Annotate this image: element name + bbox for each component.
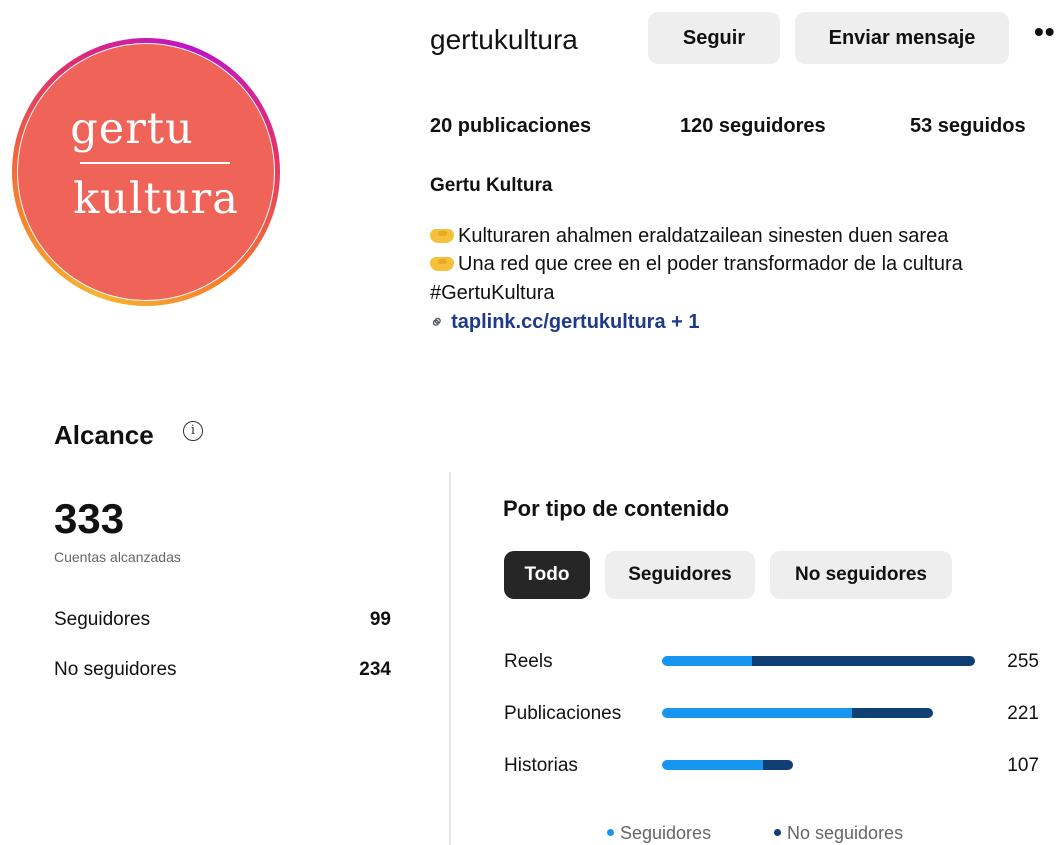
legend-dot-icon <box>607 829 614 836</box>
posts-count: 20 publicaciones <box>430 115 592 137</box>
reach-title: Alcance <box>54 420 154 450</box>
bar-segment-non-followers <box>852 708 934 718</box>
tab-all[interactable]: Todo <box>504 551 590 599</box>
follow-button[interactable]: Seguir <box>648 12 780 64</box>
followers-count[interactable]: 120 seguidores <box>680 115 826 138</box>
bio-line: Kulturaren ahalmen eraldatzailean sinest… <box>430 225 948 248</box>
logo-divider <box>80 162 230 164</box>
bar-category-label: Reels <box>504 651 553 672</box>
bar-segment-followers <box>662 656 752 666</box>
profile-avatar-ring[interactable]: gertu kultura <box>12 38 280 306</box>
handshake-icon <box>430 257 454 271</box>
legend-label: Seguidores <box>620 823 712 843</box>
bar-segment-non-followers <box>751 656 975 666</box>
bio-text: Kulturaren ahalmen eraldatzailean sinest… <box>458 225 949 247</box>
bar-segment-followers <box>662 708 853 718</box>
content-type-title: Por tipo de contenido <box>503 496 730 521</box>
logo-text-bottom: kultura <box>73 174 239 224</box>
tab-followers[interactable]: Seguidores <box>605 551 755 599</box>
bar-category-label: Publicaciones <box>504 703 622 724</box>
bar-segment-followers <box>662 760 763 770</box>
send-message-button[interactable]: Enviar mensaje <box>795 12 1009 64</box>
bar-segment-non-followers <box>762 760 794 770</box>
bio-line: Una red que cree en el poder transformad… <box>430 253 963 276</box>
legend-dot-icon <box>774 829 781 836</box>
legend-label: No seguidores <box>787 823 904 843</box>
bar-total-value: 221 <box>1007 703 1039 724</box>
profile-link[interactable]: ⚭taplink.cc/gertukultura + 1 <box>425 310 700 335</box>
link-icon: ⚭ <box>424 309 450 335</box>
profile-full-name: Gertu Kultura <box>430 175 553 196</box>
following-count[interactable]: 53 seguidos <box>910 115 1026 138</box>
accounts-reached-caption: Cuentas alcanzadas <box>54 549 181 565</box>
tab-non-followers[interactable]: No seguidores <box>770 551 952 599</box>
legend-item-non-followers: No seguidores <box>774 823 903 844</box>
handshake-icon <box>430 229 454 243</box>
legend-item-followers: Seguidores <box>607 823 711 844</box>
username: gertukultura <box>430 24 578 55</box>
bar-total-value: 107 <box>1007 755 1039 776</box>
reach-row-label: No seguidores <box>54 659 177 680</box>
bio-text: Una red que cree en el poder transformad… <box>458 253 963 275</box>
reach-row-value: 99 <box>369 609 391 630</box>
profile-link-text[interactable]: taplink.cc/gertukultura + 1 <box>451 311 699 333</box>
bio-hashtag[interactable]: #GertuKultura <box>430 282 555 305</box>
reach-row-label: Seguidores <box>54 609 151 630</box>
reach-row-value: 234 <box>359 659 391 680</box>
logo-text-top: gertu <box>70 104 194 154</box>
more-options-icon[interactable]: •• <box>1034 16 1056 48</box>
avatar[interactable]: gertu kultura <box>18 44 274 300</box>
section-divider <box>449 472 451 845</box>
info-icon[interactable]: i <box>183 421 203 441</box>
accounts-reached-value: 333 <box>54 495 125 542</box>
bar-category-label: Historias <box>504 755 578 776</box>
bar-total-value: 255 <box>1007 651 1039 672</box>
